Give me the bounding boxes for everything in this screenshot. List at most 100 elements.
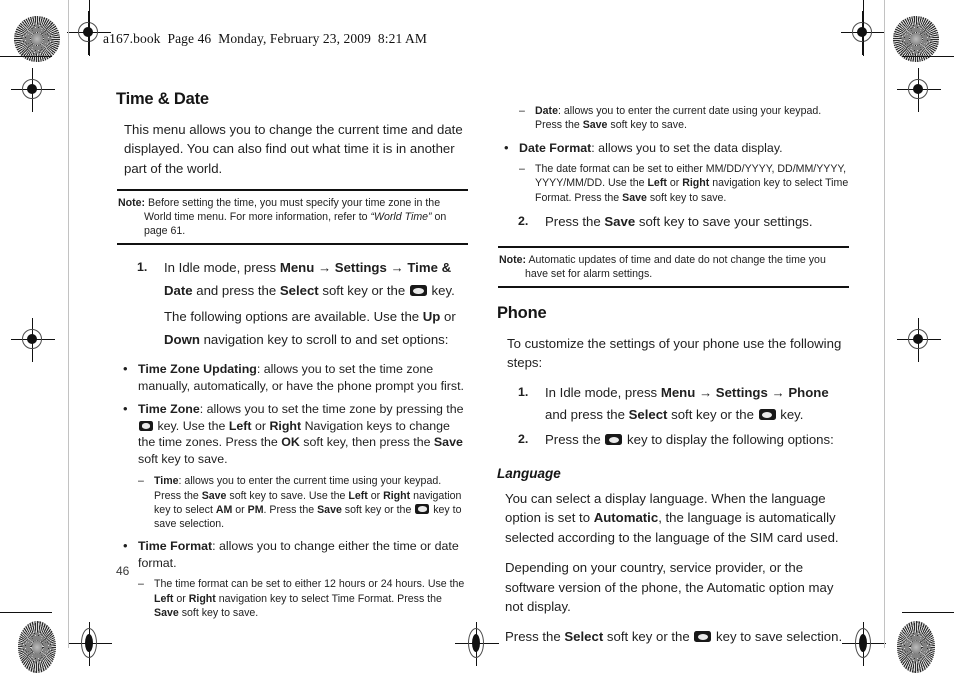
phone-step1-bold-select: Select	[628, 407, 668, 423]
step2-bold-save: Save	[604, 213, 636, 229]
options-intro-part1: The following options are available. Use…	[164, 308, 423, 324]
time-sub-items: – Time: allows you to enter the current t…	[116, 474, 468, 531]
bullet-time-zone-text3: or	[251, 418, 270, 433]
note-reference-title: “World Time”	[370, 211, 432, 224]
bullet-time-zone-text2: key. Use the	[154, 418, 229, 433]
phone-step-number-1: 1.	[518, 384, 529, 399]
dash-date-bold-save: Save	[582, 119, 608, 132]
dash-time-bold-right: Right	[383, 489, 411, 502]
language-paragraph-1: You can select a display language. When …	[497, 489, 849, 547]
subsection-title-language: Language	[497, 465, 561, 481]
dash-date-format-text2: or	[666, 177, 683, 190]
dash-time-format-text1: The time format can be set to either 12 …	[154, 578, 465, 591]
note-label: Note:	[499, 253, 527, 266]
dash-item-time-format: – The time format can be set to either 12…	[116, 577, 468, 620]
step-number-2: 2.	[518, 213, 529, 228]
dash-time-format-bold-save: Save	[154, 607, 179, 620]
language-p1-bold-automatic: Automatic	[593, 510, 659, 526]
trim-rule-top-right	[902, 56, 954, 57]
language-p3-part1: Press the	[505, 629, 565, 645]
step-options-intro: The following options are available. Use…	[116, 306, 468, 351]
note-automatic-updates-body: Automatic updates of time and date do no…	[525, 253, 826, 280]
options-intro-part2: or	[440, 308, 456, 324]
time-format-bullet-group: • Time Format: allows you to change eithe…	[116, 538, 468, 571]
bullet-time-zone-bold-save: Save	[433, 435, 463, 450]
dash-item-date: – Date: allows you to enter the current d…	[497, 104, 849, 133]
language-p3-bold-select: Select	[564, 629, 604, 645]
dash-time-text5: or	[232, 503, 248, 516]
phone-step1-text-part4: key.	[776, 407, 804, 423]
phone-step1-bold-settings: Settings	[715, 384, 768, 400]
dash-date-format-bold-right: Right	[682, 177, 710, 190]
dash-time-bold-save2: Save	[317, 503, 342, 516]
bullet-marker-icon: •	[123, 538, 128, 554]
dash-time-format-bold-right: Right	[188, 592, 216, 605]
dash-date-format-text4: soft key to save.	[646, 191, 727, 204]
phone-step-item-1: 1. In Idle mode, press Menu → Settings → …	[497, 382, 849, 427]
section-title-phone: Phone	[497, 303, 547, 322]
dash-marker-icon: –	[138, 475, 144, 488]
phone-intro-paragraph: To customize the settings of your phone …	[507, 335, 842, 371]
left-column: Time & Date This menu allows you to chan…	[116, 90, 468, 627]
note-world-time: Note: Before setting the time, you must …	[117, 189, 468, 246]
phone-steps: 1. In Idle mode, press Menu → Settings → …	[497, 382, 849, 450]
dash-time-label: Time	[154, 475, 179, 488]
bullet-time-format: • Time Format: allows you to change eithe…	[116, 538, 468, 571]
note-label: Note:	[118, 197, 146, 210]
step1-bold-select: Select	[279, 283, 319, 299]
note-world-time-text: Note: Before setting the time, you must …	[118, 196, 468, 238]
phone-step2-text-part1: Press the	[545, 432, 605, 448]
time-date-steps: 1. In Idle mode, press Menu → Settings → …	[116, 257, 468, 351]
bullet-date-format-label: Date Format	[519, 140, 592, 155]
registration-cross-bottom-left	[68, 622, 112, 666]
date-sub-items: – Date: allows you to enter the current d…	[497, 104, 849, 133]
dash-time-bold-am: AM	[215, 503, 233, 516]
options-bold-up: Up	[422, 308, 441, 324]
registration-star-bottom-right	[897, 621, 935, 673]
phone-step1-bold-menu: Menu	[660, 384, 696, 400]
time-date-intro-paragraph: This menu allows you to change the curre…	[124, 122, 463, 176]
registration-cross-bottom-center	[455, 622, 499, 666]
dash-date-format-bold-left: Left	[647, 177, 667, 190]
trim-rule-bottom-right	[902, 612, 954, 613]
phone-step-item-2: 2. Press the key to display the following…	[497, 430, 849, 450]
confirm-key-icon	[605, 434, 623, 446]
time-date-steps-continued: 2. Press the Save soft key to save your s…	[497, 212, 849, 232]
registration-star-bottom-left	[18, 621, 56, 673]
confirm-key-icon	[758, 409, 776, 421]
dash-date-text2: soft key to save.	[607, 119, 687, 132]
dash-item-date-format: – The date format can be set to either MM…	[497, 162, 849, 205]
bullet-time-zone-updating-label: Time Zone Updating	[138, 362, 257, 377]
confirm-key-icon	[139, 421, 153, 431]
bullet-time-zone-text6: soft key to save.	[138, 451, 228, 466]
bullet-time-zone-updating: • Time Zone Updating: allows you to set t…	[116, 361, 468, 394]
right-column: – Date: allows you to enter the current d…	[497, 90, 849, 658]
trim-line-right	[884, 0, 885, 648]
bullet-time-zone-bold-right: Right	[269, 418, 302, 433]
options-intro-part3: navigation key to scroll to and set opti…	[199, 331, 449, 347]
step1-bold-settings: Settings	[334, 260, 387, 276]
dash-marker-icon: –	[519, 105, 525, 117]
dash-time-text6: . Press the	[263, 503, 318, 516]
registration-cross-center-left	[11, 318, 55, 362]
dash-item-time: – Time: allows you to enter the current t…	[116, 474, 468, 531]
dash-time-bold-left: Left	[348, 489, 368, 502]
page-number-folio: 46	[116, 564, 130, 578]
step2-text-part2: soft key to save your settings.	[635, 213, 813, 229]
crop-mark-left	[89, 0, 90, 56]
phone-step1-text-part1: In Idle mode, press	[545, 384, 661, 400]
dash-date-label: Date	[535, 105, 558, 117]
bullet-marker-icon: •	[123, 401, 128, 417]
step1-text-part3: soft key or the	[318, 283, 409, 299]
dash-date-format-bold-save: Save	[622, 191, 647, 204]
step-number-1: 1.	[137, 260, 148, 275]
dash-time-text3: or	[367, 489, 384, 502]
options-bold-down: Down	[164, 331, 200, 347]
bullet-date-format: • Date Format: allows you to set the data…	[497, 140, 849, 157]
step1-text-part4: key.	[427, 283, 455, 299]
bullet-marker-icon: •	[504, 139, 509, 155]
bullet-date-format-text: : allows you to set the data display.	[591, 140, 783, 155]
dash-time-bold-pm: PM	[247, 503, 264, 516]
dash-time-format-text3: navigation key to select Time Format. Pr…	[215, 592, 442, 605]
phone-step2-text-part2: key to display the following options:	[623, 432, 834, 448]
